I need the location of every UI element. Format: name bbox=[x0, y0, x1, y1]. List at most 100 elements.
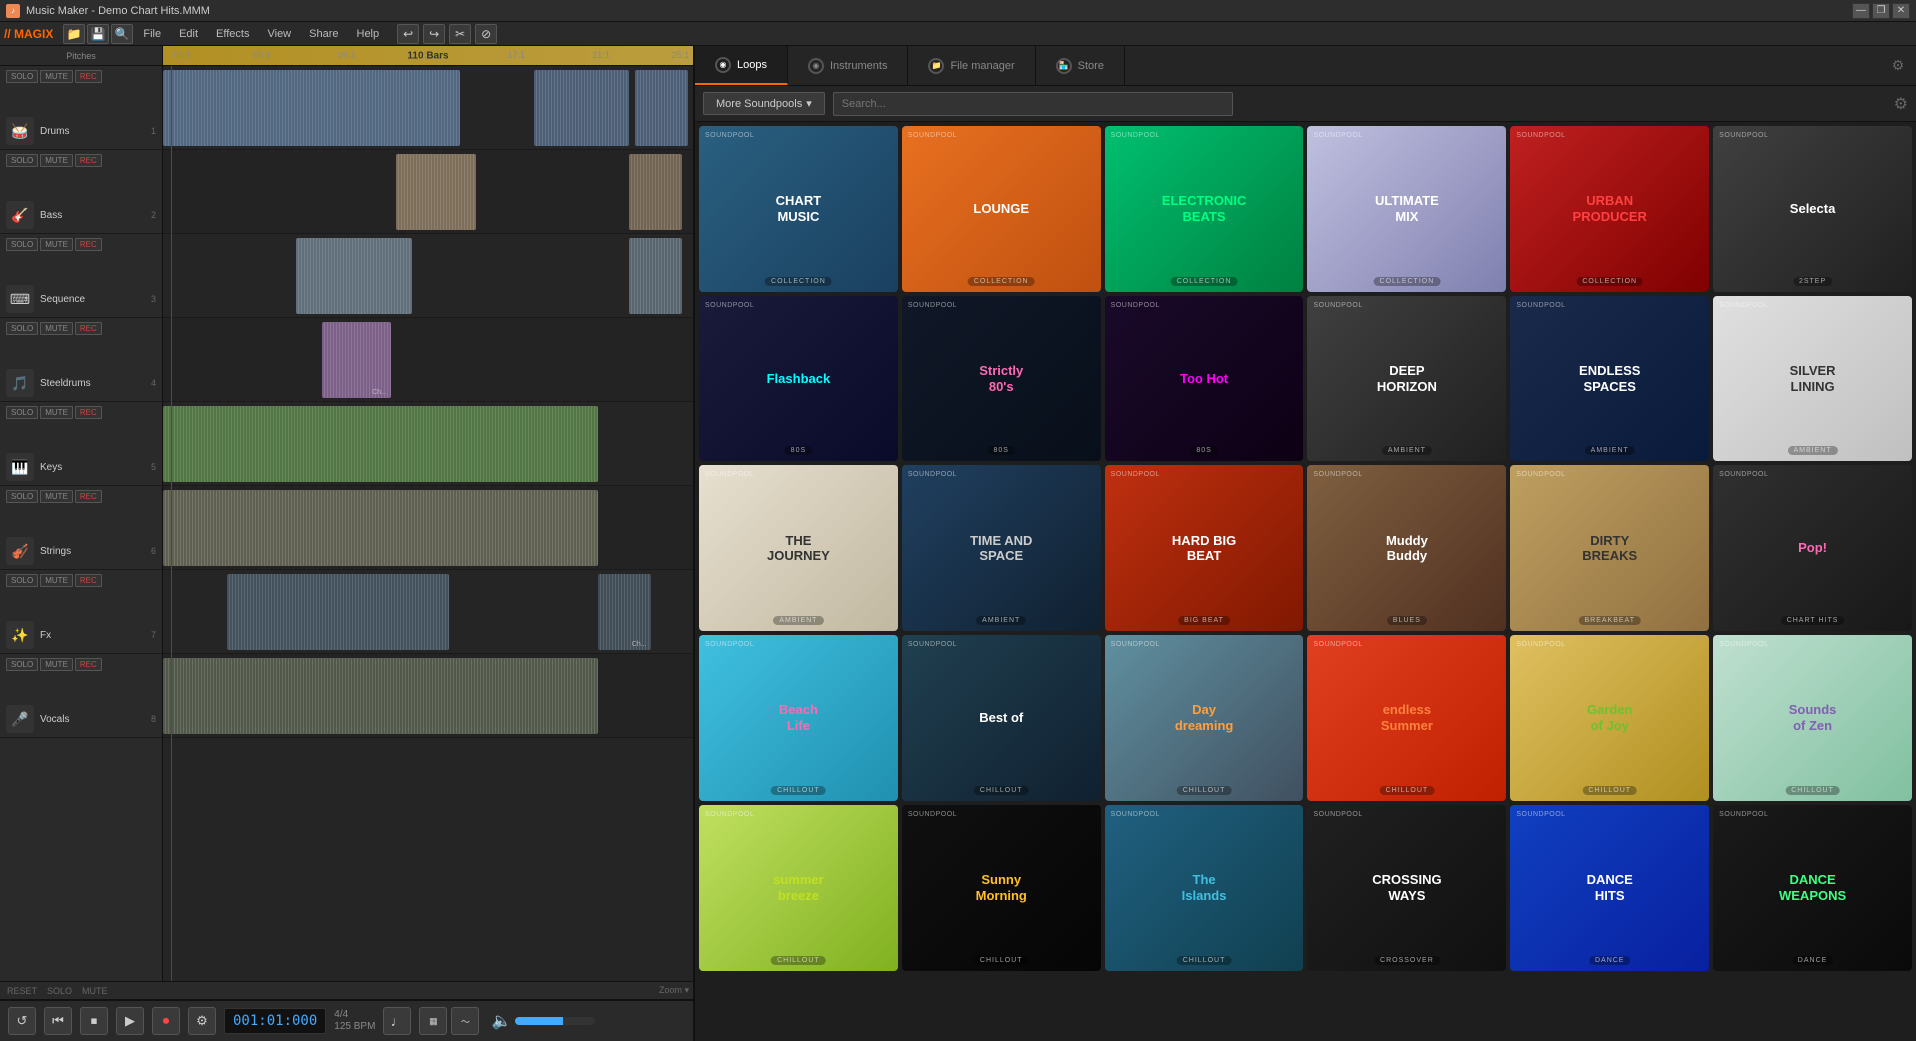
tab-filemanager[interactable]: 📁 File manager bbox=[908, 46, 1035, 85]
wave-view-button[interactable]: 〜 bbox=[451, 1007, 479, 1035]
audio-block-strings-1[interactable] bbox=[163, 490, 598, 566]
strings-rec[interactable]: REC bbox=[75, 490, 102, 503]
soundpool-item-chart-music[interactable]: SOUNDPOOLCHART MUSICCOLLECTION bbox=[699, 126, 898, 292]
soundpool-search[interactable] bbox=[833, 92, 1233, 116]
menu-effects[interactable]: Effects bbox=[208, 26, 257, 42]
metronome-button[interactable]: ♩ bbox=[383, 1007, 411, 1035]
volume-slider[interactable] bbox=[515, 1017, 595, 1025]
cut-button[interactable]: ✂ bbox=[449, 24, 471, 44]
soundpool-item-pop[interactable]: SOUNDPOOLPop!CHART HITS bbox=[1713, 465, 1912, 631]
audio-block-drums-3[interactable] bbox=[635, 70, 688, 146]
soundpool-item-muddy-buddy[interactable]: SOUNDPOOLMuddy BuddyBLUES bbox=[1307, 465, 1506, 631]
soundpool-item-endless-summer[interactable]: SOUNDPOOLendless SummerCHILLOUT bbox=[1307, 635, 1506, 801]
track-row-keys[interactable] bbox=[163, 402, 693, 486]
close-button[interactable]: ✕ bbox=[1892, 3, 1910, 19]
drums-rec[interactable]: REC bbox=[75, 70, 102, 83]
audio-block-seq-2[interactable] bbox=[629, 238, 682, 314]
tab-loops[interactable]: ◉ Loops bbox=[695, 46, 788, 85]
tracks-content[interactable]: Ch... bbox=[163, 66, 693, 981]
soundpool-item-endless-spaces[interactable]: SOUNDPOOLENDLESS SPACESAMBIENT bbox=[1510, 296, 1709, 462]
zoom-label[interactable]: Zoom ▾ bbox=[659, 985, 689, 996]
panel-settings-gear[interactable]: ⚙ bbox=[1894, 94, 1908, 114]
audio-block-drums-2[interactable] bbox=[534, 70, 629, 146]
keys-mute[interactable]: MUTE bbox=[40, 406, 73, 419]
soundpool-item-crossing-ways[interactable]: SOUNDPOOLCROSSING WAYSCROSSOVER bbox=[1307, 805, 1506, 971]
track-row-fx[interactable]: Ch... bbox=[163, 570, 693, 654]
audio-block-steel-1[interactable]: Ch... bbox=[322, 322, 391, 398]
play-button[interactable]: ▶ bbox=[116, 1007, 144, 1035]
scroll-solo[interactable]: SOLO bbox=[44, 985, 75, 997]
soundpool-item-garden-of-joy[interactable]: SOUNDPOOLGarden of JoyCHILLOUT bbox=[1510, 635, 1709, 801]
drums-mute[interactable]: MUTE bbox=[40, 70, 73, 83]
audio-block-vocals-1[interactable] bbox=[163, 658, 598, 734]
maximize-button[interactable]: ❐ bbox=[1872, 3, 1890, 19]
scroll-reset[interactable]: RESET bbox=[4, 985, 40, 997]
soundpool-item-strictly-80s[interactable]: SOUNDPOOLStrictly 80's80s bbox=[902, 296, 1101, 462]
soundpool-item-electronic-beats[interactable]: SOUNDPOOLELECTRONIC BEATSCOLLECTION bbox=[1105, 126, 1304, 292]
menu-help[interactable]: Help bbox=[349, 26, 388, 42]
undo-button[interactable]: ↩ bbox=[397, 24, 419, 44]
track-row-seq[interactable] bbox=[163, 234, 693, 318]
track-row-bass[interactable] bbox=[163, 150, 693, 234]
soundpool-item-ultimate-mix[interactable]: SOUNDPOOLULTIMATE MIXCOLLECTION bbox=[1307, 126, 1506, 292]
menu-share[interactable]: Share bbox=[301, 26, 346, 42]
track-row-drums[interactable] bbox=[163, 66, 693, 150]
audio-block-drums-1[interactable] bbox=[163, 70, 460, 146]
vocals-mute[interactable]: MUTE bbox=[40, 658, 73, 671]
fx-settings-button[interactable]: ⚙ bbox=[188, 1007, 216, 1035]
audio-block-bass-2[interactable] bbox=[629, 154, 682, 230]
vocals-rec[interactable]: REC bbox=[75, 658, 102, 671]
steel-mute[interactable]: MUTE bbox=[40, 322, 73, 335]
soundpool-item-day-dreaming[interactable]: SOUNDPOOLDay dreamingCHILLOUT bbox=[1105, 635, 1304, 801]
audio-block-seq-1[interactable] bbox=[296, 238, 413, 314]
vocals-solo[interactable]: SOLO bbox=[6, 658, 38, 671]
loop-button[interactable]: ↺ bbox=[8, 1007, 36, 1035]
fx-mute[interactable]: MUTE bbox=[40, 574, 73, 587]
soundpool-item-lounge[interactable]: SOUNDPOOLLOUNGECOLLECTION bbox=[902, 126, 1101, 292]
audio-block-fx-1[interactable] bbox=[227, 574, 450, 650]
minimize-button[interactable]: — bbox=[1852, 3, 1870, 19]
seq-mute[interactable]: MUTE bbox=[40, 238, 73, 251]
keys-rec[interactable]: REC bbox=[75, 406, 102, 419]
keys-solo[interactable]: SOLO bbox=[6, 406, 38, 419]
bass-rec[interactable]: REC bbox=[75, 154, 102, 167]
soundpool-item-beach-life[interactable]: SOUNDPOOLBeach LifeCHILLOUT bbox=[699, 635, 898, 801]
soundpool-item-the-islands[interactable]: SOUNDPOOLThe IslandsCHILLOUT bbox=[1105, 805, 1304, 971]
menu-edit[interactable]: Edit bbox=[171, 26, 206, 42]
tab-store[interactable]: 🏪 Store bbox=[1036, 46, 1125, 85]
scroll-mute[interactable]: MUTE bbox=[79, 985, 111, 997]
soundpool-item-silver-lining[interactable]: SOUNDPOOLSILVER LININGAMBIENT bbox=[1713, 296, 1912, 462]
soundpool-item-the-journey[interactable]: SOUNDPOOLTHE JOURNEYAMBIENT bbox=[699, 465, 898, 631]
timeline-ruler[interactable]: 110 Bars 01:1 05:1 09:1 13:1 17:1 21:1 2… bbox=[163, 46, 693, 66]
toolbar-save[interactable]: 💾 bbox=[87, 24, 109, 44]
soundpool-item-urban-producer[interactable]: SOUNDPOOLURBAN PRODUCERCOLLECTION bbox=[1510, 126, 1709, 292]
rewind-button[interactable]: ⏮ bbox=[44, 1007, 72, 1035]
steel-solo[interactable]: SOLO bbox=[6, 322, 38, 335]
toolbar-open[interactable]: 📁 bbox=[63, 24, 85, 44]
steel-rec[interactable]: REC bbox=[75, 322, 102, 335]
toolbar-settings[interactable]: 🔍 bbox=[111, 24, 133, 44]
soundpool-item-dance-weapons[interactable]: SOUNDPOOLDANCE WEAPONSDANCE bbox=[1713, 805, 1912, 971]
record-button[interactable]: ⏺ bbox=[152, 1007, 180, 1035]
soundpool-item-deep-horizon[interactable]: SOUNDPOOLDEEP HORIZONAMBIENT bbox=[1307, 296, 1506, 462]
audio-block-bass-1[interactable] bbox=[396, 154, 476, 230]
soundpool-item-sunny-morning[interactable]: SOUNDPOOLSunny MorningCHILLOUT bbox=[902, 805, 1101, 971]
soundpool-item-best-of[interactable]: SOUNDPOOLBest ofCHILLOUT bbox=[902, 635, 1101, 801]
soundpool-item-dance-hits[interactable]: SOUNDPOOLDANCE HITSDANCE bbox=[1510, 805, 1709, 971]
stop-button[interactable]: ⏹ bbox=[80, 1007, 108, 1035]
soundpool-item-time-and-space[interactable]: SOUNDPOOLTIME AND SPACEAMBIENT bbox=[902, 465, 1101, 631]
seq-rec[interactable]: REC bbox=[75, 238, 102, 251]
track-row-vocals[interactable] bbox=[163, 654, 693, 738]
soundpool-item-selecta[interactable]: SOUNDPOOLSelecta2STEP bbox=[1713, 126, 1912, 292]
tab-instruments[interactable]: ◉ Instruments bbox=[788, 46, 908, 85]
bass-solo[interactable]: SOLO bbox=[6, 154, 38, 167]
strings-mute[interactable]: MUTE bbox=[40, 490, 73, 503]
fx-solo[interactable]: SOLO bbox=[6, 574, 38, 587]
soundpool-item-flashback[interactable]: SOUNDPOOLFlashback80s bbox=[699, 296, 898, 462]
soundpool-item-too-hot[interactable]: SOUNDPOOLToo Hot80s bbox=[1105, 296, 1304, 462]
soundpool-item-hard-big-beat[interactable]: SOUNDPOOLHARD BIG BEATBIG BEAT bbox=[1105, 465, 1304, 631]
audio-block-keys-1[interactable] bbox=[163, 406, 598, 482]
audio-block-fx-2[interactable]: Ch... bbox=[598, 574, 651, 650]
fx-rec[interactable]: REC bbox=[75, 574, 102, 587]
soundpool-item-summer-breeze[interactable]: SOUNDPOOLsummer breezeCHILLOUT bbox=[699, 805, 898, 971]
